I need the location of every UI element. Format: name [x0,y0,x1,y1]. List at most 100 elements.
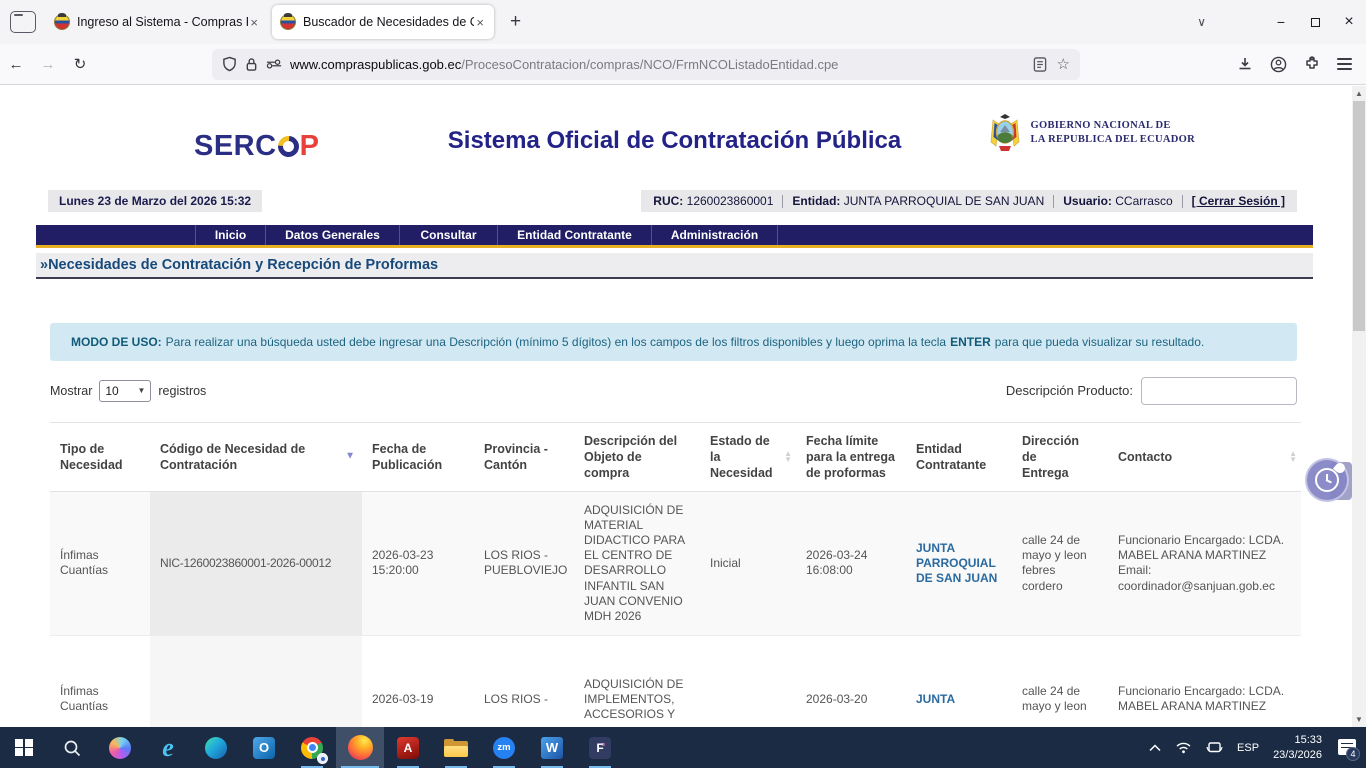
tray-time: 15:33 [1273,733,1322,748]
scrollbar-thumb[interactable] [1353,101,1365,331]
cell-estado: Inicial [700,492,796,636]
logout-link[interactable]: [ Cerrar Sesión ] [1192,194,1285,208]
nav-inicio[interactable]: Inicio [196,225,266,245]
permissions-icon[interactable] [266,58,282,70]
tab-buscador[interactable]: Buscador de Necesidades de Co × [272,5,494,39]
show-entries-select[interactable]: 10 ▼ [99,380,151,402]
nav-entidad-contratante[interactable]: Entidad Contratante [498,225,652,245]
cell-direccion: calle 24 de mayo y leon febres cordero [1012,492,1108,636]
scroll-up-icon[interactable]: ▲ [1352,86,1366,101]
new-tab-button[interactable]: + [504,9,527,35]
extensions-icon[interactable] [1304,56,1320,72]
cell-contacto: Funcionario Encargado: LCDA. MABEL ARANA… [1108,635,1301,727]
nav-administracion[interactable]: Administración [652,225,778,245]
timer-extension-widget[interactable] [1305,458,1349,502]
usage-instructions: MODO DE USO: Para realizar una búsqueda … [50,323,1297,361]
forward-button[interactable]: → [32,56,64,73]
menu-icon[interactable] [1337,55,1352,72]
show-entries-label: Mostrar [50,384,92,398]
gobierno-logo: GOBIERNO NACIONAL DE LA REPUBLICA DEL EC… [987,112,1195,154]
firefox-view-icon[interactable] [10,11,36,33]
tray-device-icon[interactable] [1206,741,1223,755]
account-icon[interactable] [1270,56,1287,73]
lock-icon[interactable] [245,57,258,72]
entidad-link[interactable]: JUNTA PARROQUIAL DE SAN JUAN [916,541,997,585]
taskbar-ie-button[interactable]: e [144,727,192,768]
col-estado-necesidad[interactable]: Estado de la Necesidad▲▼ [700,423,796,492]
col-fecha-limite[interactable]: Fecha límite para la entrega de proforma… [796,423,906,492]
address-bar[interactable]: www.compraspublicas.gob.ec/ProcesoContra… [212,49,1080,80]
browser-toolbar: ← → ↻ www.compraspublicas.gob.ec/Proceso… [0,44,1366,85]
taskbar-search-button[interactable] [48,727,96,768]
ecuador-favicon [54,14,70,30]
taskbar-edge-button[interactable] [192,727,240,768]
taskbar-copilot-button[interactable] [96,727,144,768]
bookmark-star-icon[interactable]: ☆ [1057,55,1070,73]
cell-descripcion: ADQUISICIÓN DE MATERIAL DIDACTICO PARA E… [574,492,700,636]
back-button[interactable]: ← [0,56,32,73]
chrome-profile-badge [317,753,328,764]
sort-descending-icon[interactable]: ▼ [345,451,355,464]
scroll-down-icon[interactable]: ▼ [1352,712,1366,727]
start-button[interactable] [0,727,48,768]
close-tab-icon[interactable]: × [474,15,486,30]
entity-value: JUNTA PARROQUIAL DE SAN JUAN [844,194,1044,208]
necesidades-table: Tipo de Necesidad Código de Necesidad de… [50,422,1301,727]
tray-clock[interactable]: 15:33 23/3/2026 [1273,733,1322,763]
col-entidad-contratante[interactable]: Entidad Contratante [906,423,1012,492]
zoom-app-icon: zm [493,737,515,759]
file-explorer-icon [444,739,468,757]
notifications-button[interactable]: 4 [1336,739,1356,757]
cell-fecha-limite: 2026-03-24 16:08:00 [796,492,906,636]
taskbar-zoom-button[interactable]: zm [480,727,528,768]
firefox-icon [348,735,373,760]
copilot-icon [109,737,131,759]
taskbar-outlook-button[interactable]: O [240,727,288,768]
filter-label: Descripción Producto: [1006,383,1133,398]
col-direccion-entrega[interactable]: Dirección de Entrega [1012,423,1108,492]
taskbar-explorer-button[interactable] [432,727,480,768]
url-text[interactable]: www.compraspublicas.gob.ec/ProcesoContra… [290,57,1033,72]
list-all-tabs-icon[interactable]: ∨ [1197,15,1206,29]
col-descripcion-objeto[interactable]: Descripción del Objeto de compra [574,423,700,492]
col-fecha-publicacion[interactable]: Fecha de Publicación [362,423,474,492]
nav-datos-generales[interactable]: Datos Generales [266,225,400,245]
reader-mode-icon[interactable] [1033,57,1047,72]
tab-ingreso[interactable]: Ingreso al Sistema - Compras P × [46,5,268,39]
shield-icon[interactable] [222,56,237,72]
tray-date: 23/3/2026 [1273,748,1322,763]
language-indicator[interactable]: ESP [1237,742,1259,754]
cell-provincia: LOS RIOS - [474,635,574,727]
descripcion-producto-input[interactable] [1141,377,1297,405]
tab-title: Buscador de Necesidades de Co [303,15,474,29]
edge-icon [205,737,227,759]
close-tab-icon[interactable]: × [248,15,260,30]
restore-button[interactable] [1298,7,1332,37]
reload-button[interactable]: ↻ [64,55,96,73]
taskbar-firefox-button[interactable] [336,727,384,768]
vertical-scrollbar[interactable]: ▲ ▼ [1352,86,1366,727]
taskbar-app-f-button[interactable]: F≡ [576,727,624,768]
nav-consultar[interactable]: Consultar [400,225,498,245]
entidad-link[interactable]: JUNTA [916,692,955,706]
downloads-icon[interactable] [1237,56,1253,72]
col-contacto[interactable]: Contacto▲▼ [1108,423,1301,492]
clock-icon [1315,468,1339,492]
col-provincia-canton[interactable]: Provincia - Cantón [474,423,574,492]
taskbar-chrome-button[interactable] [288,727,336,768]
col-tipo-necesidad[interactable]: Tipo de Necesidad [50,423,150,492]
cell-tipo: Ínfimas Cuantías [50,492,150,636]
close-window-button[interactable]: × [1332,7,1366,37]
cell-fecha-limite: 2026-03-20 [796,635,906,727]
ruc-value: 1260023860001 [687,194,774,208]
col-codigo-necesidad[interactable]: Código de Necesidad de Contratación▼ [150,423,362,492]
wifi-icon[interactable] [1175,741,1192,754]
taskbar-word-button[interactable]: W [528,727,576,768]
minimize-button[interactable]: − [1264,7,1298,37]
sort-toggle-icon[interactable]: ▲▼ [1289,451,1297,463]
ecuador-favicon [280,14,296,30]
cell-tipo: Ínfimas Cuantías [50,635,150,727]
tray-chevron-up-icon[interactable] [1149,744,1161,752]
taskbar-acrobat-button[interactable]: A [384,727,432,768]
sort-toggle-icon[interactable]: ▲▼ [784,451,792,463]
